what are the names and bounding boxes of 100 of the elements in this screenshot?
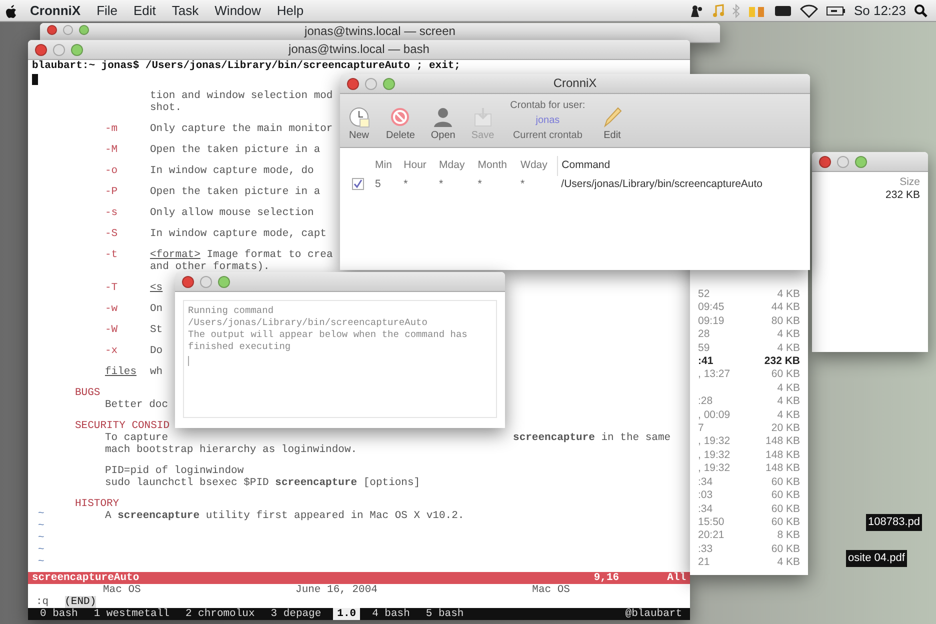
file-row[interactable]: 09:45 44 KB <box>698 301 800 315</box>
vim-empty-line-marker: ~ <box>38 532 46 544</box>
man-footer-text: Mac OS <box>103 584 141 596</box>
file-row[interactable]: , 13:27 60 KB <box>698 368 800 382</box>
file-row[interactable]: :34 60 KB <box>698 502 800 516</box>
toolbar-button[interactable]: Edit <box>601 106 624 143</box>
column-header[interactable]: Hour <box>400 156 436 176</box>
file-row[interactable]: 7 20 KB <box>698 422 800 436</box>
close-button[interactable] <box>819 156 831 168</box>
file-row[interactable]: 15:50 60 KB <box>698 516 800 530</box>
option-name: -W <box>105 324 119 336</box>
file-size: 4 KB <box>777 288 800 302</box>
minimize-button[interactable] <box>837 156 849 168</box>
zoom-button[interactable] <box>855 156 867 168</box>
column-header[interactable]: Size <box>900 176 920 190</box>
file-row[interactable]: :28 4 KB <box>698 395 800 409</box>
no-entry-icon <box>389 106 412 128</box>
file-date: :33 <box>698 542 713 556</box>
tmux-window-tab[interactable]: 1 westmetall <box>90 608 174 620</box>
tmux-window-tab[interactable]: 3 depage <box>266 608 326 620</box>
file-row[interactable]: 59 4 KB <box>698 342 800 356</box>
zoom-button[interactable] <box>218 276 230 288</box>
menu-item[interactable]: Help <box>268 0 312 20</box>
man-text: Better doc <box>105 399 168 411</box>
table-cell-text: 5 <box>374 176 382 192</box>
close-button[interactable] <box>35 44 47 56</box>
table-row[interactable]: 5 * * * * /Users/jonas/Library/bin/screencaptureAuto <box>348 176 798 194</box>
tmux-window-tab[interactable]: 4 bash <box>368 608 414 620</box>
man-text: Open the taken picture in a <box>150 144 320 156</box>
file-size: 148 KB <box>766 435 800 449</box>
file-row[interactable]: 28 4 KB <box>698 328 800 342</box>
file-row[interactable]: :33 60 KB <box>698 542 800 556</box>
option-name: -s <box>105 207 119 219</box>
file-row[interactable]: , 19:32 148 KB <box>698 462 800 476</box>
man-text: St <box>150 324 163 336</box>
toolbar-button[interactable]: Delete <box>386 106 415 143</box>
table-cell: /Users/jonas/Library/bin/screencaptureAuto <box>557 176 798 194</box>
command-prompt: blaubart:~ jonas$ /Users/jonas/Library/bin/screencaptureAuto ; exit; <box>31 60 462 72</box>
menu-item[interactable]: Task <box>164 0 207 20</box>
file-row[interactable]: 21 4 KB <box>698 556 800 570</box>
close-button[interactable] <box>347 78 359 90</box>
file-row[interactable]: :41 232 KB <box>698 355 800 368</box>
minimize-button[interactable] <box>365 78 377 90</box>
checkbox[interactable] <box>352 178 364 190</box>
file-date: 09:19 <box>698 314 724 328</box>
column-header[interactable]: Min <box>371 156 400 176</box>
table-cell-text: * <box>438 176 444 192</box>
minimize-button[interactable] <box>200 276 212 288</box>
file-size: 60 KB <box>771 476 800 490</box>
file-row[interactable]: 4 KB <box>698 382 800 396</box>
tmux-window-tab[interactable]: 0 bash <box>36 608 82 620</box>
vim-empty-line-marker: ~ <box>38 556 46 568</box>
column-header[interactable]: Command <box>557 156 798 176</box>
man-section-heading: BUGS <box>75 387 100 399</box>
file-row[interactable]: , 00:09 4 KB <box>698 408 800 422</box>
file-row[interactable]: 52 4 KB <box>698 288 800 302</box>
table-cell-text: * <box>402 176 409 192</box>
column-header[interactable]: Mday <box>435 156 474 176</box>
file-row[interactable]: :34 60 KB <box>698 476 800 490</box>
desktop-file-label[interactable]: osite 04.pdf <box>846 550 907 566</box>
monitor-icon <box>774 4 792 16</box>
menu-item[interactable]: Window <box>206 0 269 20</box>
tmux-window-tab[interactable]: 2 chromolux <box>181 608 259 620</box>
menu-item[interactable]: File <box>88 0 126 20</box>
column-header[interactable]: Month <box>474 156 517 176</box>
file-row[interactable]: :03 60 KB <box>698 489 800 502</box>
close-button[interactable] <box>182 276 194 288</box>
option-name: -M <box>105 144 119 156</box>
app-menu[interactable]: CronniX <box>22 0 89 20</box>
file-date: , 19:32 <box>698 435 730 449</box>
menu-clock: So 12:23 <box>854 2 906 20</box>
minimize-button[interactable] <box>63 25 73 35</box>
tmux-window-tab[interactable]: 5 bash <box>422 608 468 620</box>
menu-item[interactable]: Edit <box>126 0 164 20</box>
file-size: 8 KB <box>777 529 800 543</box>
zoom-button[interactable] <box>383 78 395 90</box>
window-title: CronniX <box>553 76 597 90</box>
bluetooth-icon <box>732 4 740 18</box>
zoom-button[interactable] <box>71 44 83 56</box>
man-text: tion and window selection mod <box>150 90 333 102</box>
file-row[interactable]: , 19:32 148 KB <box>698 448 800 462</box>
file-date: :34 <box>698 502 713 516</box>
zoom-button[interactable] <box>79 25 89 35</box>
desktop-file-label[interactable]: 108783.pd <box>866 514 922 530</box>
option-name: files <box>105 366 138 378</box>
file-row[interactable]: , 19:32 148 KB <box>698 435 800 449</box>
tmux-window-tab[interactable]: 1.0 <box>333 608 360 620</box>
man-text: shot. <box>150 102 182 114</box>
output-text: The output will appear below when the command has finished executing <box>188 329 468 353</box>
minimize-button[interactable] <box>53 44 65 56</box>
file-row[interactable]: 09:19 80 KB <box>698 314 800 328</box>
close-button[interactable] <box>47 25 57 35</box>
toolbar-button[interactable]: New <box>348 106 370 143</box>
crontab-caption: Current crontab <box>512 129 584 143</box>
tmux-host-label: @blaubart <box>625 608 682 620</box>
file-row[interactable]: 20:21 8 KB <box>698 529 800 543</box>
file-size: 4 KB <box>777 342 800 356</box>
column-header[interactable]: Wday <box>516 156 558 176</box>
toolbar-button[interactable]: Open <box>430 106 456 143</box>
vim-command: :q <box>36 596 49 608</box>
